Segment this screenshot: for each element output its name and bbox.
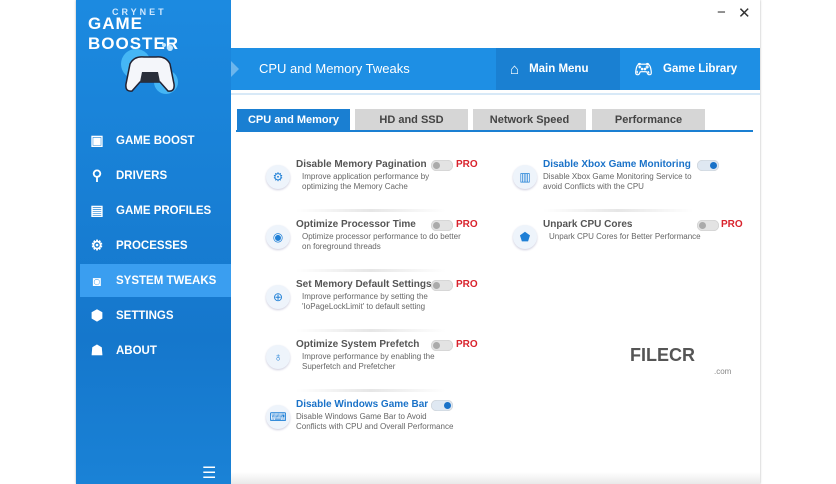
header-bar: CPU and Memory Tweaks ⌂ Main Menu 🎮︎ Game … <box>231 48 760 90</box>
watermark-text: FILECR <box>630 345 695 365</box>
tweak-icon: ⚙ <box>266 165 290 189</box>
tweak-toggle[interactable] <box>697 160 719 171</box>
tweak-item: ⊕ Set Memory Default Settings Improve pe… <box>266 279 506 335</box>
tweak-description: Optimize processor performance to do bet… <box>302 232 461 251</box>
monitor-boost-icon: ▣ <box>90 132 104 148</box>
tweak-description: Improve performance by setting the 'IoPa… <box>302 292 428 311</box>
tweak-icon: ♁ <box>266 345 290 369</box>
profile-icon: ▤ <box>90 202 104 218</box>
tweak-item: ⬟ Unpark CPU Cores Unpark CPU Cores for … <box>513 219 753 275</box>
tweak-description: Improve performance by enabling the Supe… <box>302 352 435 371</box>
tweak-item: ♁ Optimize System Prefetch Improve perfo… <box>266 339 506 395</box>
page-title: CPU and Memory Tweaks <box>259 61 410 76</box>
sidebar-item-label: PROCESSES <box>116 239 188 252</box>
main-menu-label: Main Menu <box>529 63 589 75</box>
tweak-toggle[interactable] <box>431 400 453 411</box>
main-menu-button[interactable]: ⌂ Main Menu <box>496 48 620 90</box>
tweak-toggle[interactable] <box>697 220 719 231</box>
tweak-title: Disable Xbox Game Monitoring <box>543 159 691 170</box>
game-library-button[interactable]: 🎮︎ Game Library <box>620 48 760 90</box>
pro-badge: PRO <box>456 279 478 290</box>
tweak-item: ⚙ Disable Memory Pagination Improve appl… <box>266 159 506 215</box>
item-divider <box>296 329 446 332</box>
pro-badge: PRO <box>456 219 478 230</box>
sidebar-item-label: SYSTEM TWEAKS <box>116 274 217 287</box>
tweak-title: Disable Windows Game Bar <box>296 399 429 410</box>
search-icon: ⚲ <box>91 167 103 183</box>
tweak-description: Improve application performance by optim… <box>302 172 430 191</box>
tweak-title: Optimize System Prefetch <box>296 339 420 350</box>
tweak-toggle[interactable] <box>431 220 453 231</box>
sidebar-item-label: ABOUT <box>116 344 157 357</box>
sidebar: CRYNET GAME BOOSTER ▣ GAME BOOST ⚲ DRIVERS ▤… <box>76 0 231 484</box>
sidebar-item-drivers[interactable]: ⚲ DRIVERS <box>80 159 231 192</box>
gamepad-logo-icon <box>121 43 178 94</box>
item-divider <box>296 209 446 212</box>
menu-hamburger-icon[interactable]: ☰ <box>202 463 216 483</box>
tab-network-speed[interactable]: Network Speed <box>473 109 586 130</box>
tweak-toggle[interactable] <box>431 160 453 171</box>
tweak-title: Unpark CPU Cores <box>543 219 633 230</box>
tweak-toggle[interactable] <box>431 340 453 351</box>
pro-badge: PRO <box>456 159 478 170</box>
game-library-label: Game Library <box>663 63 738 75</box>
tweak-item: ▥ Disable Xbox Game Monitoring Disable X… <box>513 159 753 215</box>
sidebar-item-label: DRIVERS <box>116 169 168 182</box>
watermark: FILECR .com <box>630 345 731 376</box>
header-divider <box>231 93 760 95</box>
tweak-item: ⌨ Disable Windows Game Bar Disable Windo… <box>266 399 506 455</box>
close-button[interactable]: ✕ <box>738 4 751 22</box>
bottom-shadow <box>231 472 760 484</box>
gamepad-icon: 🎮︎ <box>634 61 654 78</box>
tweak-icon: ▥ <box>513 165 537 189</box>
sidebar-item-game-profiles[interactable]: ▤ GAME PROFILES <box>80 194 231 227</box>
sidebar-item-about[interactable]: ☗ ABOUT <box>80 334 231 367</box>
sidebar-item-processes[interactable]: ⚙ PROCESSES <box>80 229 231 262</box>
sidebar-item-label: GAME PROFILES <box>116 204 212 217</box>
tweak-icon: ◉ <box>266 225 290 249</box>
sidebar-item-label: SETTINGS <box>116 309 174 322</box>
sidebar-item-game-boost[interactable]: ▣ GAME BOOST <box>80 124 231 157</box>
watermark-sub: .com <box>714 367 732 376</box>
tab-cpu-memory[interactable]: CPU and Memory <box>237 109 350 130</box>
item-divider <box>543 209 693 212</box>
settings-icon: ⬢ <box>90 307 104 323</box>
item-divider <box>296 269 446 272</box>
item-divider <box>296 389 446 392</box>
tweaks-icon: ◙ <box>92 272 102 289</box>
tweak-title: Optimize Processor Time <box>296 219 416 230</box>
pro-badge: PRO <box>721 219 743 230</box>
tweak-description: Unpark CPU Cores for Better Performance <box>549 232 701 241</box>
minimize-button[interactable]: − <box>717 4 726 21</box>
sidebar-item-label: GAME BOOST <box>116 134 195 147</box>
about-icon: ☗ <box>90 342 104 358</box>
tab-hd-ssd[interactable]: HD and SSD <box>355 109 468 130</box>
tweak-description: Disable Xbox Game Monitoring Service to … <box>543 172 692 191</box>
tab-performance[interactable]: Performance <box>592 109 705 130</box>
tweak-title: Set Memory Default Settings <box>296 279 432 290</box>
tweak-description: Disable Windows Game Bar to Avoid Confli… <box>296 412 454 431</box>
home-icon: ⌂ <box>510 60 520 78</box>
app-window: CRYNET GAME BOOSTER ▣ GAME BOOST ⚲ DRIVERS ▤… <box>76 0 760 484</box>
tweak-icon: ⌨ <box>266 405 290 429</box>
sidebar-item-settings[interactable]: ⬢ SETTINGS <box>80 299 231 332</box>
header-arrow-icon <box>231 61 239 77</box>
pro-badge: PRO <box>456 339 478 350</box>
tweak-title: Disable Memory Pagination <box>296 159 427 170</box>
tweak-toggle[interactable] <box>431 280 453 291</box>
tweak-icon: ⊕ <box>266 285 290 309</box>
gears-icon: ⚙ <box>90 237 104 253</box>
tweak-icon: ⬟ <box>513 225 537 249</box>
sidebar-item-system-tweaks[interactable]: ◙ SYSTEM TWEAKS <box>80 264 231 297</box>
tab-underline <box>236 130 753 132</box>
tweak-item: ◉ Optimize Processor Time Optimize proce… <box>266 219 506 275</box>
